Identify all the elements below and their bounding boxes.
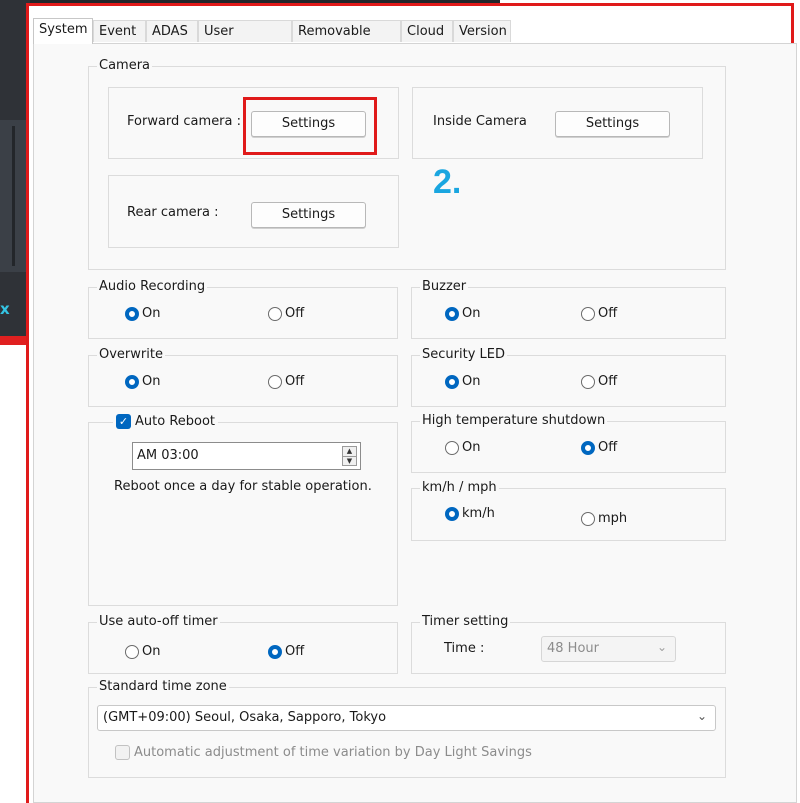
overwrite-title: Overwrite: [97, 347, 165, 363]
auto-off-timer-on-radio[interactable]: On: [125, 644, 160, 659]
tab-removable-disk[interactable]: Removable Disk: [292, 20, 401, 61]
auto-reboot-label: Auto Reboot: [135, 414, 216, 429]
security-led-title: Security LED: [420, 347, 507, 363]
radio-unselected-icon: [268, 306, 282, 321]
speed-unit-mph-radio[interactable]: mph: [581, 511, 627, 526]
time-zone-group: Standard time zone: [88, 679, 726, 778]
radio-label: On: [462, 374, 481, 389]
radio-label: Off: [285, 644, 305, 659]
camera-group-title: Camera: [97, 58, 153, 74]
spinner-down-icon[interactable]: ▼: [343, 457, 356, 466]
radio-unselected-icon: [445, 440, 459, 455]
radio-label: On: [462, 440, 481, 455]
audio-recording-off-radio[interactable]: Off: [268, 306, 304, 321]
timer-time-label: Time :: [444, 641, 485, 656]
tab-system[interactable]: System: [33, 18, 93, 44]
speed-unit-title: km/h / mph: [420, 480, 499, 496]
radio-label: Off: [285, 374, 305, 389]
high-temp-on-radio[interactable]: On: [445, 440, 480, 455]
security-led-on-radio[interactable]: On: [445, 374, 480, 389]
auto-off-timer-off-radio[interactable]: Off: [268, 644, 304, 659]
tab-cloud[interactable]: Cloud: [401, 20, 453, 42]
background-x-glyph: x: [0, 300, 10, 318]
radio-selected-icon: [268, 644, 282, 659]
tab-adas[interactable]: ADAS: [146, 20, 198, 42]
time-zone-title: Standard time zone: [97, 679, 229, 695]
speed-unit-kmh-radio[interactable]: km/h: [445, 506, 495, 521]
high-temp-title: High temperature shutdown: [420, 413, 608, 429]
inside-camera-label: Inside Camera: [433, 114, 527, 129]
buzzer-on-radio[interactable]: On: [445, 306, 480, 321]
rear-camera-settings-button[interactable]: Settings: [251, 202, 366, 228]
reboot-time-value: AM 03:00: [137, 448, 199, 463]
tab-user-settings[interactable]: User Settings: [198, 20, 292, 61]
auto-reboot-checkbox[interactable]: ✓ Auto Reboot: [113, 414, 219, 429]
time-zone-value: (GMT+09:00) Seoul, Osaka, Sapporo, Tokyo: [103, 710, 387, 725]
radio-label: mph: [598, 511, 628, 526]
audio-recording-on-radio[interactable]: On: [125, 306, 160, 321]
overwrite-on-radio[interactable]: On: [125, 374, 160, 389]
radio-label: Off: [598, 440, 618, 455]
dst-label: Automatic adjustment of time variation b…: [134, 745, 532, 760]
forward-camera-label: Forward camera :: [127, 114, 242, 129]
high-temp-off-radio[interactable]: Off: [581, 440, 617, 455]
radio-selected-icon: [445, 374, 459, 389]
buzzer-title: Buzzer: [420, 279, 469, 295]
checkmark-icon: ✓: [116, 414, 131, 429]
auto-off-timer-title: Use auto-off timer: [97, 614, 220, 630]
timer-setting-title: Timer setting: [420, 614, 511, 630]
radio-selected-icon: [125, 374, 139, 389]
inside-camera-settings-button[interactable]: Settings: [555, 111, 670, 137]
radio-selected-icon: [125, 306, 139, 321]
checkbox-unchecked-icon: [115, 745, 130, 760]
radio-selected-icon: [445, 306, 459, 321]
overwrite-off-radio[interactable]: Off: [268, 374, 304, 389]
timer-hour-value: 48 Hour: [547, 641, 599, 656]
step-marker: 2.: [433, 163, 462, 201]
security-led-off-radio[interactable]: Off: [581, 374, 617, 389]
radio-selected-icon: [445, 506, 459, 521]
radio-label: km/h: [462, 506, 495, 521]
audio-recording-title: Audio Recording: [97, 279, 208, 295]
radio-label: Off: [598, 374, 618, 389]
rear-camera-label: Rear camera :: [127, 205, 219, 220]
chevron-down-icon: ⌄: [696, 709, 707, 723]
chevron-down-icon: ⌄: [656, 640, 667, 654]
radio-unselected-icon: [125, 644, 139, 659]
forward-settings-highlight-box: [243, 97, 377, 155]
background-strip-line: [12, 126, 15, 266]
tab-version[interactable]: Version: [453, 20, 511, 42]
auto-reboot-description: Reboot once a day for stable operation.: [114, 479, 372, 494]
radio-label: On: [142, 306, 161, 321]
radio-unselected-icon: [268, 374, 282, 389]
radio-selected-icon: [581, 440, 595, 455]
spinner-up-icon[interactable]: ▲: [343, 447, 356, 457]
timer-hour-select[interactable]: 48 Hour ⌄: [541, 636, 676, 662]
tab-bar: System Event ADAS User Settings Removabl…: [33, 18, 799, 61]
radio-label: On: [462, 306, 481, 321]
radio-unselected-icon: [581, 374, 595, 389]
radio-label: On: [142, 374, 161, 389]
radio-label: Off: [598, 306, 618, 321]
spinner-arrows[interactable]: ▲ ▼: [342, 446, 357, 466]
time-zone-select[interactable]: (GMT+09:00) Seoul, Osaka, Sapporo, Tokyo…: [97, 705, 716, 731]
reboot-time-spinner[interactable]: AM 03:00 ▲ ▼: [132, 442, 361, 470]
dst-checkbox[interactable]: Automatic adjustment of time variation b…: [115, 745, 532, 760]
radio-label: On: [142, 644, 161, 659]
radio-label: Off: [285, 306, 305, 321]
radio-unselected-icon: [581, 511, 595, 526]
tab-event[interactable]: Event: [93, 20, 146, 42]
radio-unselected-icon: [581, 306, 595, 321]
buzzer-off-radio[interactable]: Off: [581, 306, 617, 321]
